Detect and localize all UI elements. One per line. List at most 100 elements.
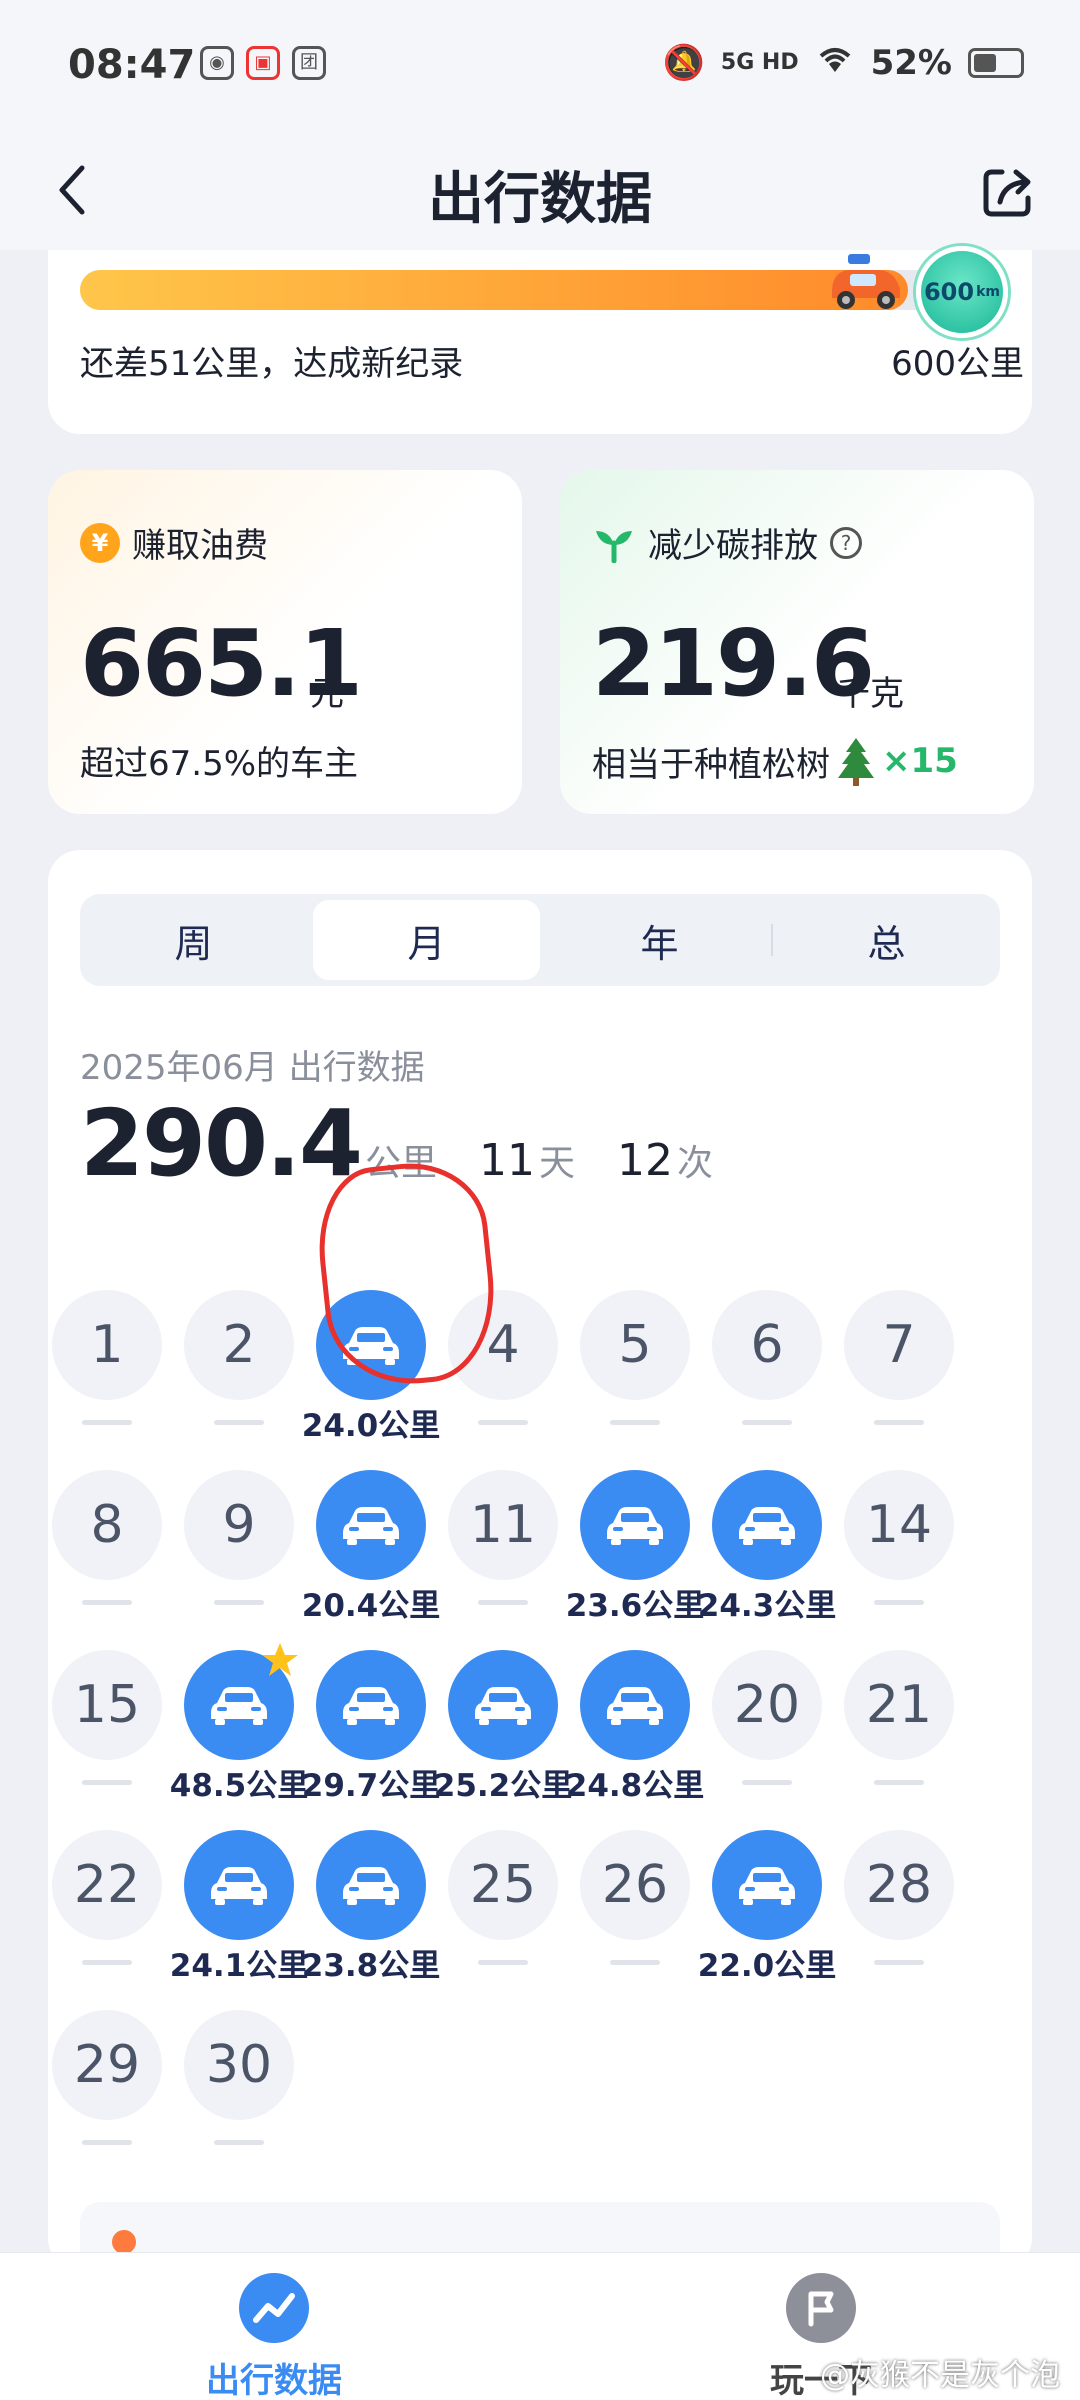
calendar-day[interactable]: 1 (52, 1290, 162, 1470)
record-remaining-text: 还差51公里，达成新纪录 (80, 344, 464, 384)
no-trip-dash (874, 1780, 924, 1785)
fuel-unit: 元 (310, 674, 344, 714)
car-icon (316, 1650, 426, 1760)
day-number: 28 (844, 1830, 954, 1940)
carbon-reduction-card[interactable]: 减少碳排放 ? 219.6 千克 相当于种植松树 ×15 (560, 470, 1034, 814)
no-trip-dash (478, 1600, 528, 1605)
day-number: 6 (712, 1290, 822, 1400)
calendar-day-trip[interactable]: 24.8公里 (566, 1650, 704, 1830)
bottom-tab-travel-data-label: 出行数据 (206, 2361, 342, 2400)
day-distance: 23.8公里 (301, 1948, 441, 1984)
calendar-day[interactable]: 29 (52, 2010, 162, 2190)
fuel-subtitle: 超过67.5%的车主 (80, 744, 359, 784)
calendar-day[interactable]: 30 (184, 2010, 294, 2190)
tip-icon (112, 2230, 136, 2254)
status-left-icons: ◉ ▣ 团 (200, 46, 326, 80)
calendar-day[interactable]: 5 (580, 1290, 690, 1470)
car-icon (712, 1470, 822, 1580)
day-number: 30 (184, 2010, 294, 2120)
tab-month[interactable]: 月 (313, 900, 540, 980)
no-trip-dash (874, 1960, 924, 1965)
car-icon (580, 1650, 690, 1760)
calendar-day-trip[interactable]: 22.0公里 (698, 1830, 836, 2010)
calendar-day[interactable]: 8 (52, 1470, 162, 1650)
star-icon (260, 1640, 300, 1680)
day-distance: 24.8公里 (565, 1768, 705, 1804)
tab-week-label: 周 (174, 921, 213, 966)
carbon-unit: 千克 (836, 674, 904, 714)
help-icon[interactable]: ? (830, 526, 862, 559)
car-icon (184, 1830, 294, 1940)
day-number: 29 (52, 2010, 162, 2120)
no-trip-dash (874, 1600, 924, 1605)
monthly-data-card: 周 月 年 总 2025年06月 出行数据 290.4 公里 11 天 12 次… (48, 850, 1032, 2282)
no-trip-dash (214, 1600, 264, 1605)
battery-percent: 52% (870, 42, 952, 83)
day-number: 7 (844, 1290, 954, 1400)
record-progress-bar: 600 km (80, 246, 1008, 338)
tab-year[interactable]: 年 (546, 894, 773, 986)
calendar-day[interactable]: 14 (844, 1470, 954, 1650)
carbon-header: 减少碳排放 ? (592, 518, 862, 567)
day-number: 11 (448, 1470, 558, 1580)
page-title: 出行数据 (428, 167, 652, 232)
status-bar: 08:47 ◉ ▣ 团 🔕 5G HD 52% (0, 0, 1080, 130)
fuel-header: ¥ 赚取油费 (80, 518, 268, 567)
calendar-day[interactable]: 28 (844, 1830, 954, 2010)
battery-icon (968, 47, 1024, 78)
no-trip-dash (478, 1960, 528, 1965)
calendar-day-trip[interactable]: 24.3公里 (698, 1470, 836, 1650)
calendar-day[interactable]: 25 (448, 1830, 558, 2010)
tree-count: ×15 (882, 741, 958, 781)
tab-week[interactable]: 周 (80, 894, 307, 986)
goal-badge: 600 km (916, 246, 1008, 338)
day-distance: 24.0公里 (301, 1408, 441, 1444)
calendar-day-trip[interactable]: 23.8公里 (302, 1830, 440, 2010)
car-icon (316, 1830, 426, 1940)
wifi-icon (815, 42, 855, 83)
day-number: 22 (52, 1830, 162, 1940)
tree-icon (838, 738, 874, 786)
tab-total[interactable]: 总 (773, 894, 1000, 986)
record-progress-fill (80, 270, 908, 310)
day-number: 20 (712, 1650, 822, 1760)
tab-total-label: 总 (867, 921, 906, 966)
day-number: 9 (184, 1470, 294, 1580)
month-days: 11 (479, 1135, 536, 1186)
day-number: 8 (52, 1470, 162, 1580)
month-distance: 290.4 (80, 1090, 363, 1197)
day-distance: 22.0公里 (697, 1948, 837, 1984)
bottom-tab-travel-data[interactable]: 出行数据 (206, 2273, 342, 2400)
month-trips: 12 (617, 1135, 674, 1186)
calendar-day[interactable]: 6 (712, 1290, 822, 1470)
fuel-savings-card[interactable]: ¥ 赚取油费 665.1 元 超过67.5%的车主 (48, 470, 522, 814)
calendar-day[interactable]: 21 (844, 1650, 954, 1830)
sprout-icon (596, 530, 632, 563)
car-icon (712, 1830, 822, 1940)
no-trip-dash (478, 1420, 528, 1425)
month-heading: 2025年06月 出行数据 (80, 1048, 425, 1088)
day-number: 15 (52, 1650, 162, 1760)
no-trip-dash (82, 1600, 132, 1605)
no-trip-dash (214, 1420, 264, 1425)
wechat-icon: ◉ (200, 46, 234, 80)
calendar-day[interactable]: 7 (844, 1290, 954, 1470)
no-trip-dash (742, 1420, 792, 1425)
month-trips-unit: 次 (677, 1143, 714, 1184)
record-goal-label: 600公里 (891, 344, 1024, 384)
fuel-title: 赚取油费 (132, 526, 268, 566)
day-number: 1 (52, 1290, 162, 1400)
calendar-day[interactable]: 20 (712, 1650, 822, 1830)
yen-icon: ¥ (80, 522, 120, 563)
day-number: 5 (580, 1290, 690, 1400)
calendar-day-trip[interactable]: 20.4公里 (302, 1470, 440, 1650)
share-button[interactable] (978, 162, 1038, 222)
car-icon (448, 1650, 558, 1760)
goal-badge-value: 600 (923, 278, 975, 306)
no-trip-dash (82, 2140, 132, 2145)
share-icon (983, 169, 1031, 217)
no-trip-dash (742, 1780, 792, 1785)
day-number: 2 (184, 1290, 294, 1400)
day-number: 14 (844, 1470, 954, 1580)
goal-badge-unit: km (976, 284, 1000, 300)
